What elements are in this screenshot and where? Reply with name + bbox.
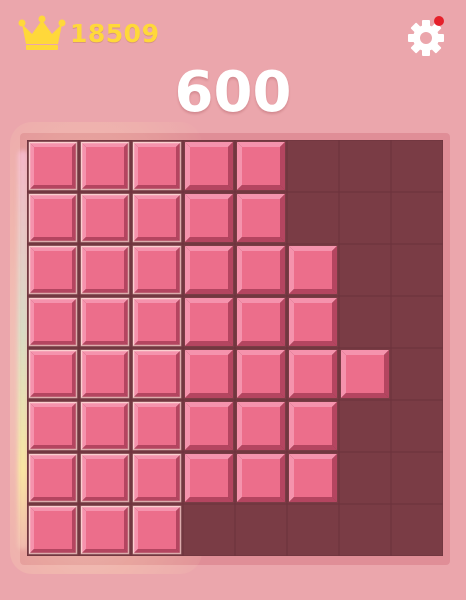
filled-block[interactable] — [286, 295, 340, 349]
filled-block[interactable] — [234, 140, 288, 193]
filled-block[interactable] — [182, 140, 236, 193]
filled-block[interactable] — [27, 451, 80, 505]
settings-button[interactable] — [404, 14, 448, 58]
filled-block[interactable] — [27, 503, 80, 556]
filled-block[interactable] — [182, 399, 236, 453]
filled-block[interactable] — [182, 243, 236, 297]
empty-cell[interactable] — [390, 451, 443, 505]
empty-cell[interactable] — [390, 347, 443, 401]
filled-block[interactable] — [286, 399, 340, 453]
empty-cell[interactable] — [390, 140, 443, 193]
filled-block[interactable] — [27, 191, 80, 245]
filled-block[interactable] — [78, 399, 132, 453]
filled-block[interactable] — [130, 140, 184, 193]
filled-block[interactable] — [27, 399, 80, 453]
filled-block[interactable] — [234, 191, 288, 245]
filled-block[interactable] — [338, 347, 392, 401]
filled-block[interactable] — [130, 191, 184, 245]
filled-block[interactable] — [78, 347, 132, 401]
crown-icon — [18, 15, 66, 50]
empty-cell[interactable] — [286, 503, 340, 556]
filled-block[interactable] — [27, 295, 80, 349]
empty-cell[interactable] — [390, 295, 443, 349]
filled-block[interactable] — [78, 295, 132, 349]
filled-block[interactable] — [182, 295, 236, 349]
filled-block[interactable] — [234, 295, 288, 349]
filled-block[interactable] — [182, 451, 236, 505]
filled-block[interactable] — [78, 451, 132, 505]
filled-block[interactable] — [130, 295, 184, 349]
empty-cell[interactable] — [390, 191, 443, 245]
empty-cell[interactable] — [390, 243, 443, 297]
filled-block[interactable] — [182, 191, 236, 245]
filled-block[interactable] — [286, 243, 340, 297]
filled-block[interactable] — [78, 191, 132, 245]
filled-block[interactable] — [78, 140, 132, 193]
filled-block[interactable] — [130, 399, 184, 453]
filled-block[interactable] — [234, 451, 288, 505]
filled-block[interactable] — [27, 243, 80, 297]
current-score: 600 — [174, 60, 292, 125]
filled-block[interactable] — [234, 243, 288, 297]
best-score-value: 18509 — [70, 18, 160, 48]
board-grid[interactable] — [27, 140, 443, 556]
best-score: 18509 — [18, 14, 159, 52]
filled-block[interactable] — [234, 347, 288, 401]
empty-cell[interactable] — [338, 451, 392, 505]
empty-cell[interactable] — [390, 399, 443, 453]
filled-block[interactable] — [182, 347, 236, 401]
filled-block[interactable] — [286, 347, 340, 401]
filled-block[interactable] — [234, 399, 288, 453]
filled-block[interactable] — [130, 243, 184, 297]
filled-block[interactable] — [130, 451, 184, 505]
empty-cell[interactable] — [338, 191, 392, 245]
filled-block[interactable] — [78, 243, 132, 297]
empty-cell[interactable] — [286, 140, 340, 193]
empty-cell[interactable] — [286, 191, 340, 245]
empty-cell[interactable] — [182, 503, 236, 556]
filled-block[interactable] — [286, 451, 340, 505]
filled-block[interactable] — [27, 347, 80, 401]
filled-block[interactable] — [78, 503, 132, 556]
empty-cell[interactable] — [390, 503, 443, 556]
game-board[interactable] — [27, 140, 443, 556]
empty-cell[interactable] — [338, 399, 392, 453]
notification-dot — [434, 16, 444, 26]
empty-cell[interactable] — [234, 503, 288, 556]
empty-cell[interactable] — [338, 140, 392, 193]
filled-block[interactable] — [27, 140, 80, 193]
empty-cell[interactable] — [338, 503, 392, 556]
empty-cell[interactable] — [338, 243, 392, 297]
filled-block[interactable] — [130, 347, 184, 401]
empty-cell[interactable] — [338, 295, 392, 349]
filled-block[interactable] — [130, 503, 184, 556]
